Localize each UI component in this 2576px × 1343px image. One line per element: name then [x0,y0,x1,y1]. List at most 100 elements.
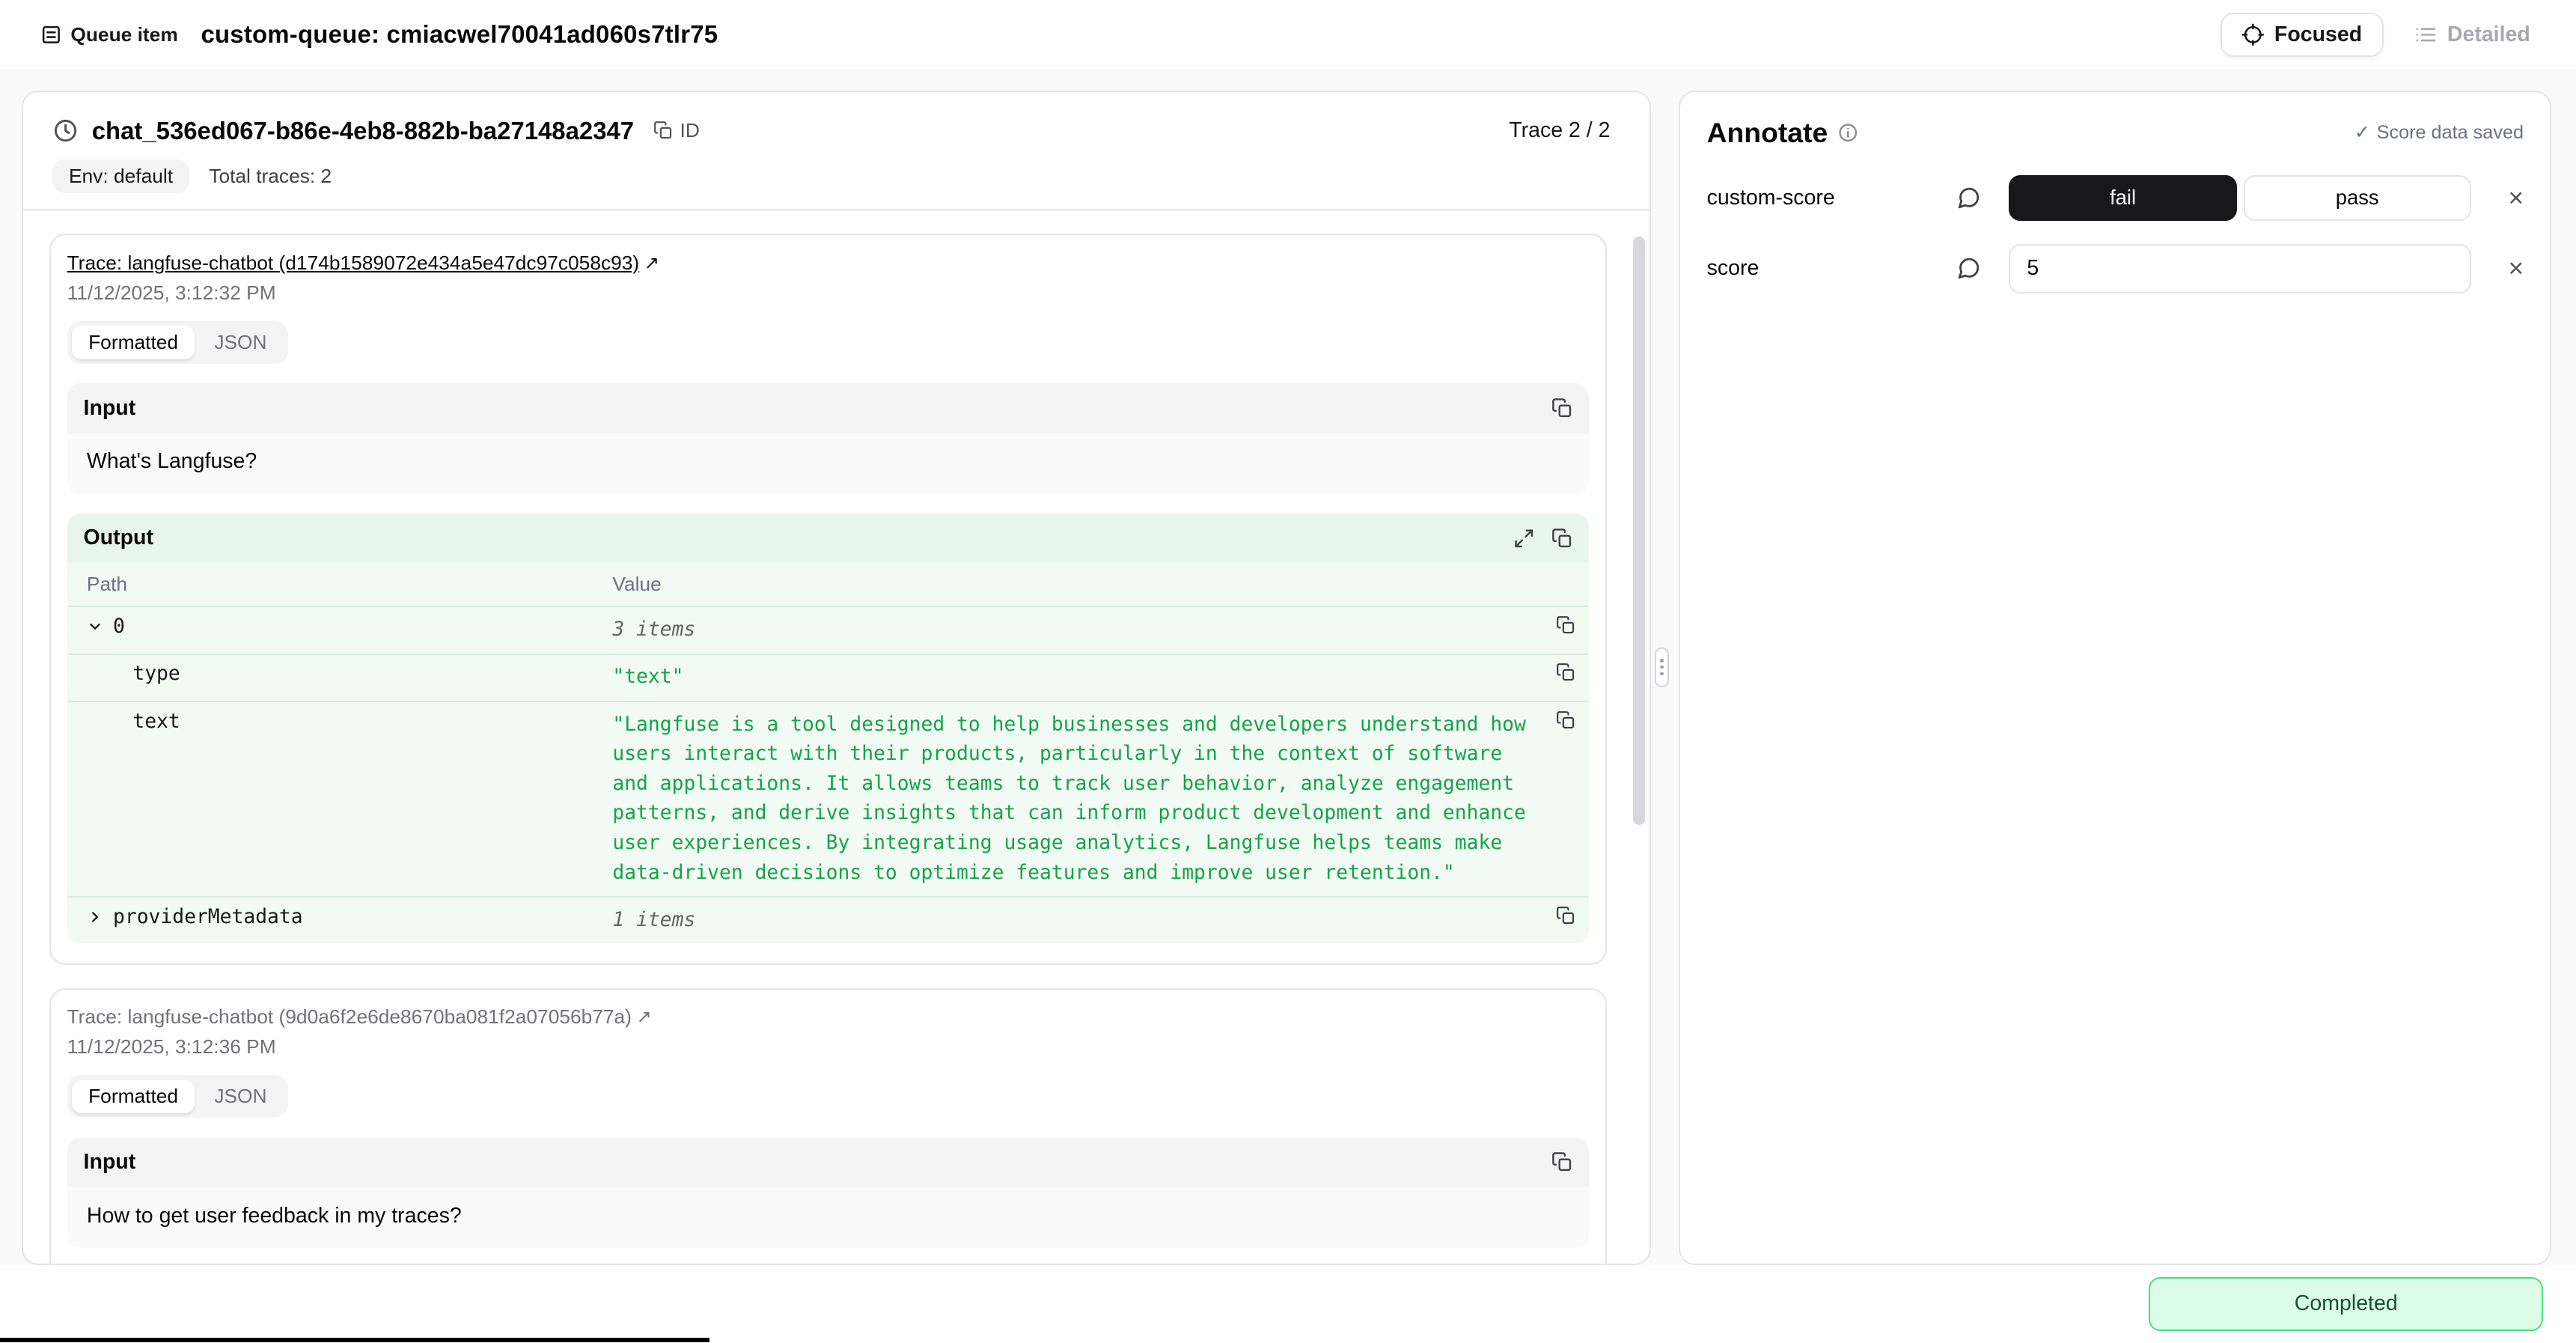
queue-item-chip: Queue item [40,23,178,46]
annotate-header: Annotate ✓ Score data saved [1680,92,2550,175]
close-icon: × [2509,183,2524,213]
input-block: Input How to get user feedback in my tra… [67,1138,1590,1248]
id-label: ID [680,119,700,142]
badges-row: Env: default Total traces: 2 [23,155,1650,210]
json-path: providerMetadata [113,906,303,928]
completed-button[interactable]: Completed [2149,1277,2543,1331]
workspace: chat_536ed067-b86e-4eb8-882b-ba27148a234… [0,69,2576,1265]
close-icon: × [2509,254,2524,283]
trace-link-row: Trace: langfuse-chatbot (d174b1589072e43… [67,252,1590,275]
tab-formatted[interactable]: Formatted [72,326,195,359]
json-table-header: Path Value [67,563,1590,607]
score-row-custom-score: custom-score fail pass × [1680,175,2550,221]
score-option-fail[interactable]: fail [2009,175,2236,221]
input-label: Input [84,396,136,421]
topbar-left: Queue item custom-queue: cmiacwel70041ad… [40,20,718,49]
input-label: Input [84,1150,136,1175]
page-title: custom-queue: cmiacwel70041ad060s7tlr75 [201,20,718,49]
copy-input-button[interactable] [1551,1151,1573,1173]
copy-icon [1551,528,1573,549]
json-path: type [132,663,180,685]
score-label: custom-score [1707,186,1947,210]
json-row[interactable]: text "Langfuse is a tool designed to hel… [67,702,1590,898]
external-link-icon: ↗ [637,1006,652,1028]
trace-panel-header: chat_536ed067-b86e-4eb8-882b-ba27148a234… [23,92,1650,155]
detailed-toggle-button[interactable]: Detailed [2393,13,2551,57]
trace-card: Trace: langfuse-chatbot (d174b1589072e43… [49,234,1607,965]
remove-score-button[interactable]: × [2509,185,2524,211]
panel-resize-handle[interactable] [1655,648,1670,687]
save-status: ✓ Score data saved [2354,121,2524,144]
categorical-score-options: fail pass [2009,175,2470,221]
external-link-icon: ↗ [644,252,659,274]
input-block: Input What's Langfuse? [67,383,1590,493]
json-row[interactable]: type "text" [67,655,1590,702]
trace-timestamp: 11/12/2025, 3:12:32 PM [67,281,1590,305]
focused-toggle-label: Focused [2274,22,2362,47]
copy-output-button[interactable] [1551,528,1573,549]
queue-item-label: Queue item [70,23,177,46]
score-option-pass[interactable]: pass [2244,175,2471,221]
tab-json[interactable]: JSON [198,1080,283,1113]
json-value: "Langfuse is a tool designed to help bus… [612,710,1569,888]
chevron-down-icon[interactable] [87,618,103,635]
copy-row-button[interactable] [1556,906,1575,925]
copy-icon [1551,1151,1573,1173]
output-header-icons [1513,528,1572,549]
expand-icon [1513,528,1535,549]
trace-panel: chat_536ed067-b86e-4eb8-882b-ba27148a234… [22,91,1652,1266]
annotate-panel: Annotate ✓ Score data saved custom-score [1679,91,2551,1266]
total-traces-label: Total traces: 2 [209,165,332,188]
traces-scroll-area: Trace: langfuse-chatbot (d174b1589072e43… [23,210,1650,1264]
json-value: 1 items [612,906,1569,936]
copy-icon [653,121,673,140]
copy-id-chip[interactable]: ID [653,119,699,142]
input-text: How to get user feedback in my traces? [67,1187,1590,1248]
remove-score-button[interactable]: × [2509,255,2524,281]
json-value: 3 items [612,615,1569,645]
focused-toggle-button[interactable]: Focused [2221,13,2384,57]
trace-link[interactable]: Trace: langfuse-chatbot (9d0a6f2e6de8670… [67,1005,632,1029]
expand-output-button[interactable] [1513,528,1535,549]
trace-link[interactable]: Trace: langfuse-chatbot (d174b1589072e43… [67,252,640,275]
json-row[interactable]: 0 3 items [67,607,1590,654]
value-column-header: Value [612,573,661,596]
copy-row-button[interactable] [1556,710,1575,730]
annotate-title: Annotate [1707,117,1828,149]
json-row[interactable]: providerMetadata 1 items [67,898,1590,943]
copy-input-button[interactable] [1551,398,1573,419]
vertical-scrollbar[interactable] [1633,237,1644,825]
output-json-table: Path Value 0 3 items [67,563,1590,944]
comment-button[interactable] [1956,256,1999,281]
input-header: Input [67,1138,1590,1187]
comment-button[interactable] [1956,186,1999,210]
format-tab-group: Formatted JSON [67,321,288,364]
tab-json[interactable]: JSON [198,326,283,359]
chevron-right-icon[interactable] [87,909,103,925]
info-icon[interactable] [1837,122,1859,144]
detailed-view-icon [2414,23,2438,46]
score-value-input[interactable] [2009,244,2470,293]
annotation-queue-app: Queue item custom-queue: cmiacwel70041ad… [0,0,2576,1342]
path-column-header: Path [87,573,612,596]
trace-timestamp: 11/12/2025, 3:12:36 PM [67,1035,1590,1059]
copy-row-button[interactable] [1556,663,1575,682]
clock-icon [52,118,79,144]
output-header: Output [67,514,1590,563]
comment-bubble-icon [1956,186,1981,210]
copy-icon [1556,906,1575,925]
trace-card: Trace: langfuse-chatbot (9d0a6f2e6de8670… [49,988,1607,1264]
copy-row-button[interactable] [1556,615,1575,635]
copy-icon [1556,710,1575,730]
score-row-score: score × [1680,244,2550,293]
trace-link-row: Trace: langfuse-chatbot (9d0a6f2e6de8670… [67,1005,1590,1029]
format-tab-group: Formatted JSON [67,1075,288,1118]
save-status-label: Score data saved [2377,122,2524,144]
env-badge: Env: default [52,159,189,192]
detailed-toggle-label: Detailed [2447,22,2530,47]
tab-formatted[interactable]: Formatted [72,1080,195,1113]
json-path: text [132,710,180,733]
json-path: 0 [113,615,125,638]
score-label: score [1707,256,1947,281]
comment-bubble-icon [1956,256,1981,281]
